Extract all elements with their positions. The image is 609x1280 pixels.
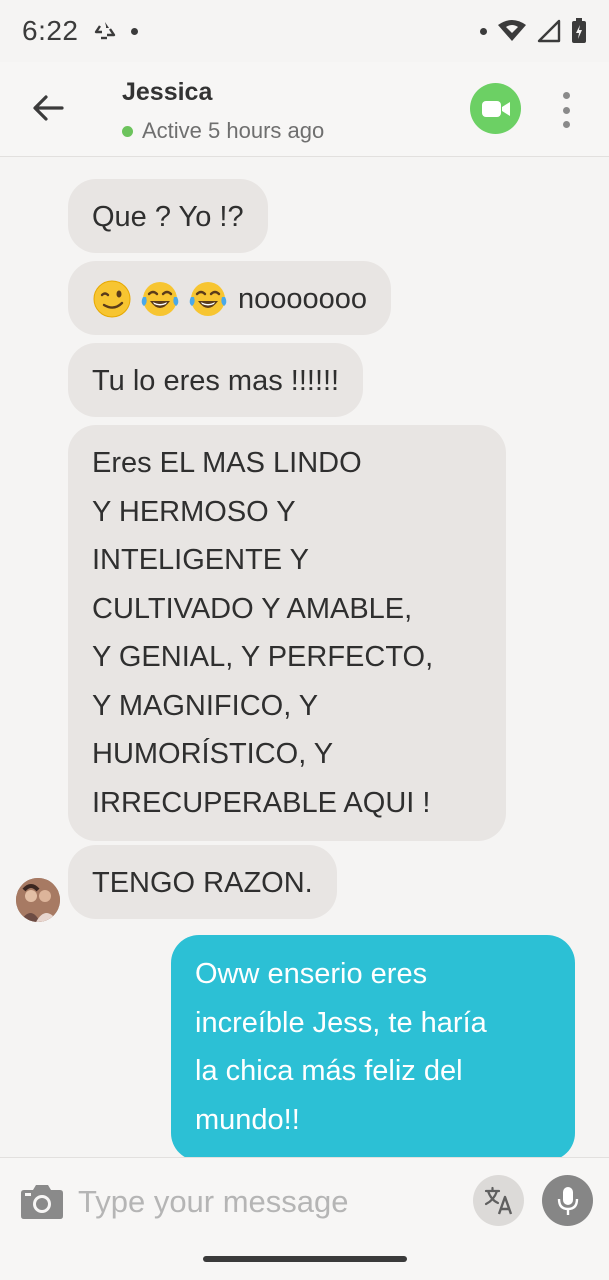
voice-message-button[interactable] (542, 1175, 593, 1226)
wifi-icon (498, 20, 526, 41)
message-line: la chica más feliz del (195, 1055, 463, 1087)
message-line: Y HERMOSO Y (92, 495, 296, 528)
message-line: INTELIGENTE Y (92, 544, 310, 576)
message-text: Que ? Yo !? (92, 201, 244, 233)
message-line: Y GENIAL, Y PERFECTO, (92, 641, 434, 673)
message-line: HUMORÍSTICO, Y (92, 738, 334, 770)
presence-status: Active 5 hours ago (122, 118, 324, 144)
avatar-photo (16, 878, 60, 922)
winking-face-emoji-icon (93, 280, 131, 318)
message-text: Tu lo eres mas !!!!!! (92, 365, 340, 397)
incoming-message[interactable]: Eres EL MAS LINDO Y HERMOSO Y INTELIGENT… (68, 425, 506, 841)
message-text: nooooooo (238, 283, 368, 315)
chat-header: Jessica Active 5 hours ago (0, 62, 609, 157)
message-line: increíble Jess, te haría (195, 1006, 487, 1039)
notification-dot-icon (130, 27, 138, 35)
message-text: TENGO RAZON. (92, 867, 313, 899)
tears-of-joy-emoji-icon (189, 282, 227, 317)
message-line: Eres EL MAS LINDO (92, 447, 362, 479)
message-line: IRRECUPERABLE AQUI ! (92, 786, 431, 819)
cell-signal-icon (537, 19, 561, 43)
more-vert-icon (562, 92, 570, 99)
outgoing-message[interactable]: Oww enserio eres increíble Jess, te harí… (171, 935, 575, 1161)
contact-name[interactable]: Jessica (122, 78, 212, 107)
video-call-button[interactable] (470, 83, 521, 134)
contact-avatar[interactable] (16, 878, 60, 922)
incoming-message[interactable]: Tu lo eres mas !!!!!! (68, 343, 364, 417)
message-line: CULTIVADO Y AMABLE, (92, 592, 413, 625)
presence-text: Active 5 hours ago (142, 118, 325, 143)
online-dot-icon (122, 125, 133, 137)
microphone-icon (557, 1186, 578, 1215)
incoming-message[interactable]: Que ? Yo !? (68, 179, 268, 253)
message-line: mundo!! (195, 1103, 300, 1136)
video-camera-icon (481, 100, 510, 117)
camera-icon[interactable] (20, 1182, 64, 1220)
status-time: 6:22 (22, 15, 79, 46)
more-options-button[interactable] (556, 88, 576, 132)
status-bar: 6:22 (0, 0, 609, 62)
battery-icon (572, 18, 586, 43)
tears-of-joy-emoji-icon (141, 282, 179, 317)
notification-dot-icon (480, 27, 487, 35)
incoming-message[interactable]: TENGO RAZON. (68, 845, 337, 919)
back-arrow-icon[interactable] (30, 90, 66, 126)
message-line: Oww enserio eres (195, 958, 428, 990)
chat-screen: 6:22 Jessica Active 5 hours ago Que ? Yo… (0, 0, 609, 1280)
incoming-message[interactable]: nooooooo (68, 261, 392, 335)
more-vert-dot (562, 106, 570, 114)
recycle-icon (94, 22, 115, 40)
translate-icon (484, 1186, 512, 1214)
translate-button[interactable] (473, 1175, 524, 1226)
message-line: Y MAGNIFICO, Y (92, 689, 319, 722)
home-indicator[interactable] (203, 1256, 407, 1262)
message-input[interactable] (78, 1178, 458, 1226)
more-vert-dot (562, 121, 570, 128)
